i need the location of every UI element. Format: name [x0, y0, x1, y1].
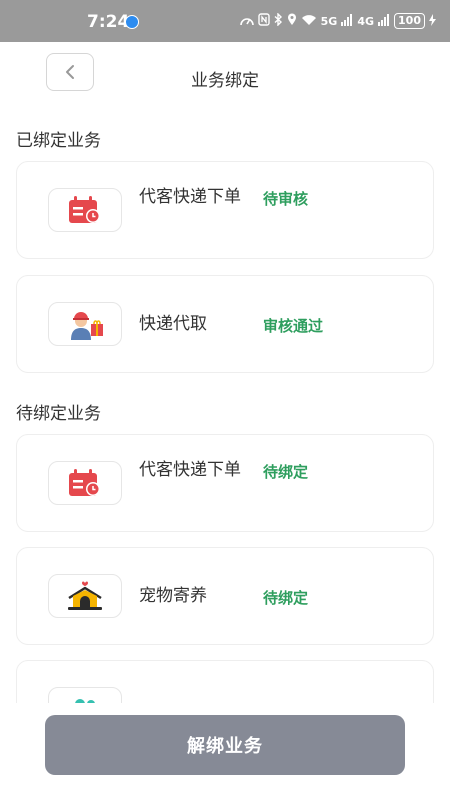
bound-section-title: 已绑定业务 — [16, 131, 101, 151]
battery-level: 100 — [394, 13, 425, 29]
list-clip — [0, 650, 450, 703]
service-name: 代客快递下单 — [139, 460, 241, 480]
service-icon-box — [48, 574, 122, 618]
service-name: 快递代取 — [139, 314, 207, 334]
bound-item-express-pickup[interactable]: 快递代取 审核通过 — [16, 275, 434, 373]
message-notification-icon — [125, 15, 139, 29]
status-badge: 待绑定 — [263, 463, 309, 481]
unbind-button-label: 解绑业务 — [187, 736, 263, 757]
wifi-icon — [301, 14, 317, 29]
status-bar: 7:24 5G 4G 100 — [0, 0, 450, 42]
status-icons: 5G 4G 100 — [239, 12, 436, 29]
page-title: 业务绑定 — [191, 71, 259, 91]
charging-icon — [429, 13, 436, 29]
bluetooth-icon — [274, 12, 283, 29]
bound-item-express-order[interactable]: 代客快递下单 待审核 — [16, 161, 434, 259]
pet-house-icon — [68, 581, 102, 610]
status-badge: 待绑定 — [263, 589, 309, 607]
network-4g-label: 4G — [357, 14, 375, 28]
pending-section-title: 待绑定业务 — [16, 404, 101, 424]
pending-item-pet-boarding[interactable]: 宠物寄养 待绑定 — [16, 547, 434, 645]
calendar-clock-icon — [69, 196, 100, 223]
service-icon-box — [48, 687, 122, 703]
unbind-button[interactable]: 解绑业务 — [45, 715, 405, 775]
status-time: 7:24 — [87, 12, 130, 32]
service-icon-box — [48, 188, 122, 232]
calendar-clock-icon — [69, 469, 100, 496]
status-badge: 审核通过 — [263, 317, 324, 335]
service-name: 宠物寄养 — [139, 586, 207, 606]
teal-service-icon — [75, 699, 95, 703]
service-name: 代客快递下单 — [139, 187, 241, 207]
status-badge: 待审核 — [263, 190, 309, 208]
service-icon-box — [48, 461, 122, 505]
pending-item-partial[interactable] — [16, 660, 434, 703]
signal-icon — [341, 13, 353, 29]
service-icon-box — [48, 302, 122, 346]
location-icon — [287, 13, 297, 29]
nfc-icon — [257, 13, 270, 29]
courier-icon — [71, 312, 103, 340]
network-5g-label: 5G — [320, 14, 338, 28]
speed-icon — [239, 14, 254, 29]
signal-icon-2 — [378, 13, 390, 29]
pending-item-express-order[interactable]: 代客快递下单 待绑定 — [16, 434, 434, 532]
